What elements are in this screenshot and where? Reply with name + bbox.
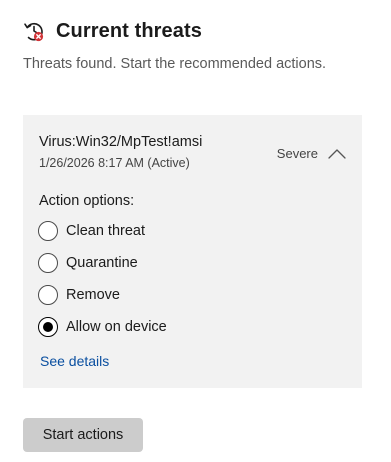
action-options-group: Clean threat Quarantine Remove Allow on … [38, 215, 167, 343]
option-clean-threat[interactable]: Clean threat [38, 215, 167, 247]
radio-clean-threat[interactable] [38, 221, 58, 241]
page-title: Current threats [56, 19, 202, 42]
threat-name: Virus:Win32/MpTest!amsi [39, 134, 203, 150]
option-allow-on-device[interactable]: Allow on device [38, 311, 167, 343]
option-remove[interactable]: Remove [38, 279, 167, 311]
radio-remove[interactable] [38, 285, 58, 305]
see-details-link[interactable]: See details [40, 353, 109, 369]
threat-card: Virus:Win32/MpTest!amsi 1/26/2026 8:17 A… [23, 115, 362, 388]
page-subtitle: Threats found. Start the recommended act… [23, 56, 327, 72]
current-threats-header: Current threats [22, 16, 202, 46]
chevron-up-icon [328, 149, 346, 159]
threat-date: 1/26/2026 8:17 AM (Active) [39, 156, 190, 170]
option-label: Remove [66, 287, 120, 303]
radio-allow-on-device[interactable] [38, 317, 58, 337]
radio-quarantine[interactable] [38, 253, 58, 273]
option-label: Clean threat [66, 223, 145, 239]
threat-history-icon [24, 22, 44, 42]
current-threats-page: Current threats Threats found. Start the… [0, 0, 391, 462]
collapse-threat-button[interactable] [326, 144, 348, 164]
start-actions-button[interactable]: Start actions [23, 418, 143, 452]
option-label: Quarantine [66, 255, 138, 271]
option-label: Allow on device [66, 319, 167, 335]
option-quarantine[interactable]: Quarantine [38, 247, 167, 279]
severity-label: Severe [276, 146, 318, 161]
action-options-title: Action options: [39, 193, 135, 209]
